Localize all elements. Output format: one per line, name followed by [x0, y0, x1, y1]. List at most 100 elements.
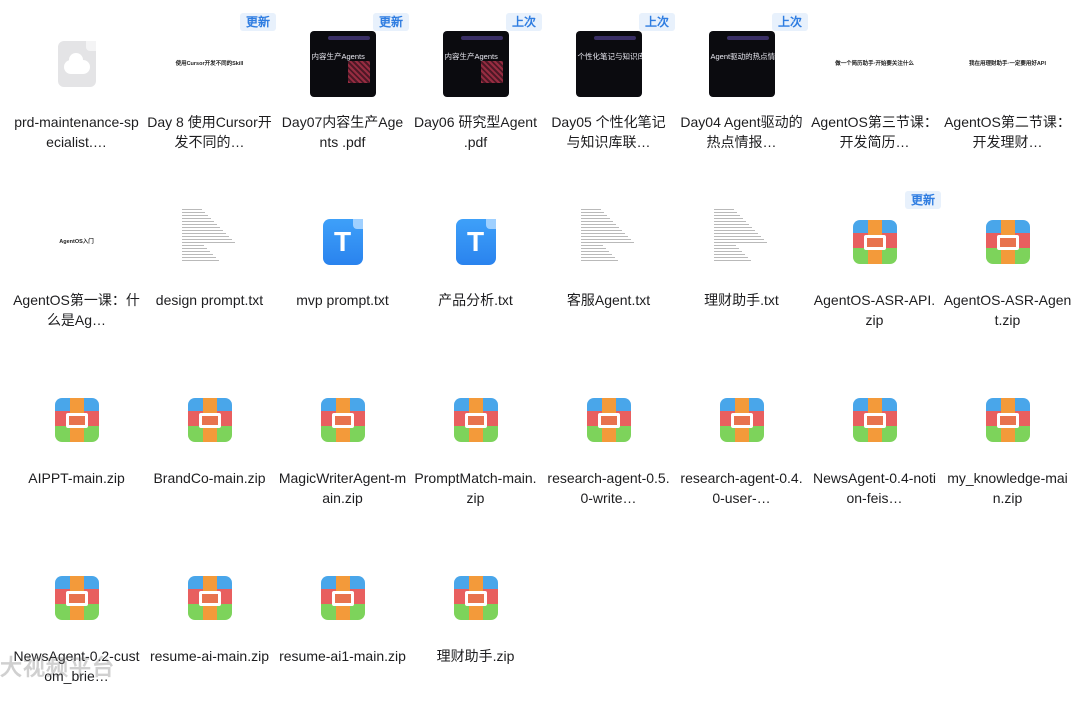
file-item[interactable]: 内容生产Agents 上次 Day06 研究型Agent .pdf — [409, 13, 542, 192]
file-thumbnail — [692, 198, 792, 286]
thumbnail-title: 我在用理财助手·一定要用好API — [968, 60, 1046, 67]
file-item[interactable]: PromptMatch-main.zip — [409, 370, 542, 548]
file-name: Day 8 使用Cursor开发不同的… — [147, 114, 272, 150]
file-item[interactable]: T 产品分析.txt — [409, 192, 542, 370]
file-item[interactable]: Tmvp prompt.txt — [276, 192, 409, 370]
pdf-slide-icon: 使用Cursor开发不同的Skill — [167, 39, 252, 89]
file-grid: prd-maintenance-specialist.… 使用Cursor开发不同… — [10, 13, 1074, 726]
file-name: AIPPT-main.zip — [28, 470, 125, 486]
file-name: mvp prompt.txt — [296, 292, 389, 308]
file-item[interactable]: my_knowledge-main.zip — [941, 370, 1074, 548]
file-name: PromptMatch-main.zip — [414, 470, 537, 506]
file-name: design prompt.txt — [155, 292, 264, 308]
file-thumbnail — [958, 376, 1058, 464]
file-name: my_knowledge-main.zip — [947, 470, 1068, 506]
zip-archive-icon — [54, 576, 99, 620]
file-thumbnail — [692, 376, 792, 464]
file-item[interactable]: AIPPT-main.zip — [10, 370, 143, 548]
file-row: prd-maintenance-specialist.… 使用Cursor开发不同… — [10, 13, 1074, 192]
text-file-icon: T — [322, 219, 363, 265]
zip-archive-icon — [320, 576, 365, 620]
file-thumbnail — [27, 554, 127, 642]
thumbnail-title: 做一个简历助手·开始要关注什么 — [835, 60, 914, 67]
file-thumbnail — [27, 376, 127, 464]
file-thumbnail — [27, 20, 127, 108]
file-thumbnail — [160, 376, 260, 464]
thumbnail-title: AgentOS入门 — [59, 238, 94, 245]
txt-doc-icon — [181, 207, 238, 277]
zip-archive-icon — [453, 576, 498, 620]
file-name: AgentOS第一课：什么是Ag… — [13, 292, 140, 328]
thumbnail-title: Agent驱动的热点情报系 — [710, 52, 775, 61]
file-item[interactable]: 做一个简历助手·开始要关注什么 AgentOS第三节课：开发简历… — [808, 14, 941, 192]
file-name: Day07内容生产Agents .pdf — [281, 114, 404, 150]
file-item[interactable]: Agent驱动的热点情报系 上次 Day04 Agent驱动的热点情报… — [675, 13, 808, 192]
file-item[interactable]: resume-ai1-main.zip — [276, 548, 409, 726]
zip-archive-icon — [985, 398, 1030, 442]
file-thumbnail — [293, 376, 393, 464]
file-thumbnail: AgentOS入门 — [27, 198, 127, 286]
thumbnail-title: 使用Cursor开发不同的Skill — [175, 60, 244, 67]
file-name: MagicWriterAgent-main.zip — [278, 470, 407, 506]
zip-archive-icon — [852, 220, 897, 264]
file-thumbnail: 内容生产Agents — [293, 20, 393, 108]
zip-archive-icon — [852, 398, 897, 442]
file-item[interactable]: MagicWriterAgent-main.zip — [276, 370, 409, 548]
file-name: prd-maintenance-specialist.… — [14, 114, 139, 150]
file-item[interactable]: AgentOS入门 AgentOS第一课：什么是Ag… — [10, 192, 143, 370]
file-thumbnail: Agent驱动的热点情报系 — [692, 20, 792, 108]
file-row: AIPPT-main.zip BrandCo-main.zip MagicWrite… — [10, 370, 1074, 548]
file-name: resume-ai-main.zip — [149, 648, 270, 664]
pdf-slide-icon: AgentOS入门 — [34, 217, 119, 267]
file-item[interactable]: design prompt.txt — [143, 192, 276, 370]
file-thumbnail — [293, 554, 393, 642]
zip-archive-icon — [187, 576, 232, 620]
file-thumbnail: T — [293, 198, 393, 286]
status-badge: 更新 — [904, 191, 941, 209]
file-item[interactable]: AgentOS-ASR-Agent.zip — [941, 192, 1074, 370]
file-item[interactable]: BrandCo-main.zip — [143, 370, 276, 548]
pdf-slide-icon: 我在用理财助手·一定要用好API — [965, 39, 1050, 89]
file-thumbnail: 个性化笔记与知识库联动 — [559, 20, 659, 108]
file-item[interactable]: 更新 AgentOS-ASR-API.zip — [808, 191, 941, 370]
file-name: research-agent-0.4.0-user-… — [680, 470, 803, 506]
file-name: Day05 个性化笔记与知识库联… — [551, 114, 666, 150]
file-thumbnail — [559, 198, 659, 286]
file-thumbnail: T — [426, 198, 526, 286]
file-item[interactable]: 客服Agent.txt — [542, 192, 675, 370]
file-name: AgentOS第三节课：开发简历… — [811, 114, 938, 150]
file-item[interactable]: 理财助手.zip — [409, 548, 542, 726]
file-item[interactable]: 使用Cursor开发不同的Skill 更新 Day 8 使用Cursor开发不同的… — [143, 13, 276, 192]
file-item[interactable]: 理财助手.txt — [675, 192, 808, 370]
zip-archive-icon — [985, 220, 1030, 264]
file-row: AgentOS入门 AgentOS第一课：什么是Ag… design prompt.… — [10, 191, 1074, 370]
file-item[interactable]: NewsAgent-0.2-custom_brie… — [10, 548, 143, 726]
file-name: AgentOS-ASR-API.zip — [813, 292, 936, 328]
file-name: AgentOS-ASR-Agent.zip — [943, 292, 1072, 328]
pdf-dark-icon: 个性化笔记与知识库联动 — [575, 31, 642, 97]
file-item[interactable]: 内容生产Agents 更新 Day07内容生产Agents .pdf — [276, 13, 409, 192]
file-thumbnail — [160, 198, 260, 286]
file-thumbnail: 我在用理财助手·一定要用好API — [958, 20, 1058, 108]
file-item[interactable]: 个性化笔记与知识库联动 上次 Day05 个性化笔记与知识库联… — [542, 13, 675, 192]
zip-archive-icon — [586, 398, 631, 442]
file-item[interactable]: research-agent-0.4.0-user-… — [675, 370, 808, 548]
status-badge: 上次 — [505, 13, 542, 31]
zip-archive-icon — [54, 398, 99, 442]
cloud-file-icon — [57, 41, 96, 87]
file-item[interactable]: resume-ai-main.zip — [143, 548, 276, 726]
text-file-icon: T — [455, 219, 496, 265]
zip-archive-icon — [320, 398, 365, 442]
file-item[interactable]: NewsAgent-0.4-notion-feis… — [808, 370, 941, 548]
zip-archive-icon — [187, 398, 232, 442]
file-thumbnail — [559, 376, 659, 464]
file-item[interactable]: research-agent-0.5.0-write… — [542, 370, 675, 548]
file-thumbnail — [426, 554, 526, 642]
file-name: 产品分析.txt — [438, 292, 513, 308]
file-item[interactable]: 我在用理财助手·一定要用好API AgentOS第二节课：开发理财… — [941, 14, 1074, 192]
file-thumbnail — [825, 376, 925, 464]
file-name: NewsAgent-0.4-notion-feis… — [813, 470, 936, 506]
pdf-slide-icon: 做一个简历助手·开始要关注什么 — [832, 39, 917, 89]
file-item[interactable]: prd-maintenance-specialist.… — [10, 14, 143, 192]
file-name: 理财助手.zip — [436, 648, 515, 664]
